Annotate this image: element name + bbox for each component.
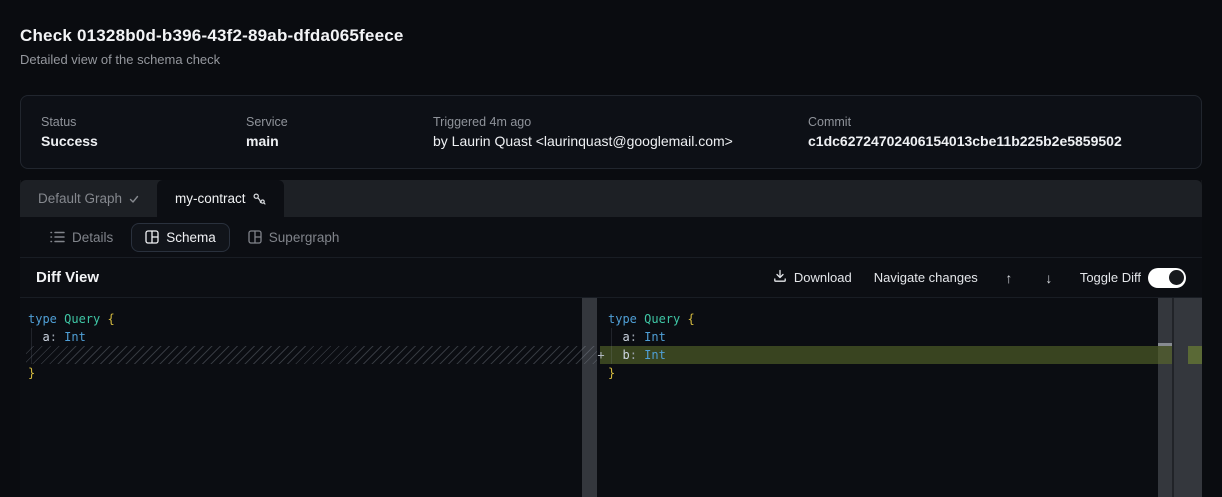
list-icon — [50, 231, 65, 243]
summary-status: Status Success — [41, 115, 246, 149]
download-icon — [773, 269, 787, 286]
download-label: Download — [794, 270, 852, 285]
toggle-diff-group: Toggle Diff — [1080, 268, 1186, 288]
toggle-diff-label: Toggle Diff — [1080, 270, 1141, 285]
diff-view-title: Diff View — [36, 269, 99, 286]
tab-default-graph[interactable]: Default Graph — [20, 180, 157, 217]
diff-pane-before[interactable]: type Query { a: Int} — [20, 298, 597, 497]
added-line-scrollbar-overlay — [1158, 346, 1172, 364]
commit-label: Commit — [808, 115, 1181, 129]
columns-icon — [248, 230, 262, 244]
code-line: type Query { — [20, 310, 597, 328]
service-label: Service — [246, 115, 433, 129]
added-line-ruler-marker — [1188, 346, 1202, 364]
code-after: type Query { a: Int b: Int} — [600, 310, 1202, 382]
status-value: Success — [41, 133, 246, 149]
diff-header: Diff View Download Navigate changes ↑ ↓ … — [20, 257, 1202, 298]
page-subtitle: Detailed view of the schema check — [20, 52, 220, 67]
commit-value: c1dc62724702406154013cbe11b225b2e5859502 — [808, 133, 1181, 149]
code-line: } — [20, 364, 597, 382]
tab-details[interactable]: Details — [36, 223, 127, 252]
indent-guide — [31, 328, 32, 364]
arrow-down-icon[interactable]: ↓ — [1040, 270, 1058, 286]
triggered-label: Triggered 4m ago — [433, 115, 808, 129]
page-title: Check 01328b0d-b396-43f2-89ab-dfda065fee… — [20, 26, 404, 46]
triggered-value: by Laurin Quast <laurinquast@googlemail.… — [433, 133, 808, 149]
code-line — [26, 346, 597, 364]
tab-schema[interactable]: Schema — [131, 223, 230, 252]
view-tabs: Details Schema Supergraph — [20, 217, 1202, 257]
diff-add-marker: + — [594, 346, 608, 364]
code-before: type Query { a: Int} — [20, 310, 597, 382]
code-line: b: Int — [600, 346, 1158, 364]
indent-guide — [611, 328, 612, 364]
code-line: a: Int — [20, 328, 597, 346]
tab-schema-label: Schema — [166, 230, 216, 245]
tab-supergraph[interactable]: Supergraph — [234, 223, 354, 252]
tab-details-label: Details — [72, 230, 113, 245]
service-value: main — [246, 133, 433, 149]
columns-icon — [145, 230, 159, 244]
graph-tabstrip: Default Graph my-contract — [20, 180, 1202, 217]
contract-icon — [253, 192, 266, 205]
toggle-knob — [1169, 270, 1184, 285]
summary-service: Service main — [246, 115, 433, 149]
status-label: Status — [41, 115, 246, 129]
diff-pane-after[interactable]: type Query { a: Int b: Int} — [600, 298, 1202, 497]
summary-commit: Commit c1dc62724702406154013cbe11b225b2e… — [808, 115, 1181, 149]
summary-triggered: Triggered 4m ago by Laurin Quast <laurin… — [433, 115, 808, 149]
code-line: a: Int — [600, 328, 1202, 346]
code-line: } — [600, 364, 1202, 382]
check-summary-card: Status Success Service main Triggered 4m… — [20, 95, 1202, 169]
my-contract-label: my-contract — [175, 191, 246, 206]
toggle-diff-switch[interactable] — [1148, 268, 1186, 288]
diff-editor: type Query { a: Int} type Query { a: Int… — [20, 298, 1202, 497]
navigate-changes-label: Navigate changes — [874, 270, 978, 285]
check-icon — [129, 194, 139, 204]
default-graph-label: Default Graph — [38, 191, 122, 206]
download-button[interactable]: Download — [773, 269, 852, 286]
tab-supergraph-label: Supergraph — [269, 230, 340, 245]
code-line: type Query { — [600, 310, 1202, 328]
arrow-up-icon[interactable]: ↑ — [1000, 270, 1018, 286]
tab-my-contract[interactable]: my-contract — [157, 180, 284, 217]
